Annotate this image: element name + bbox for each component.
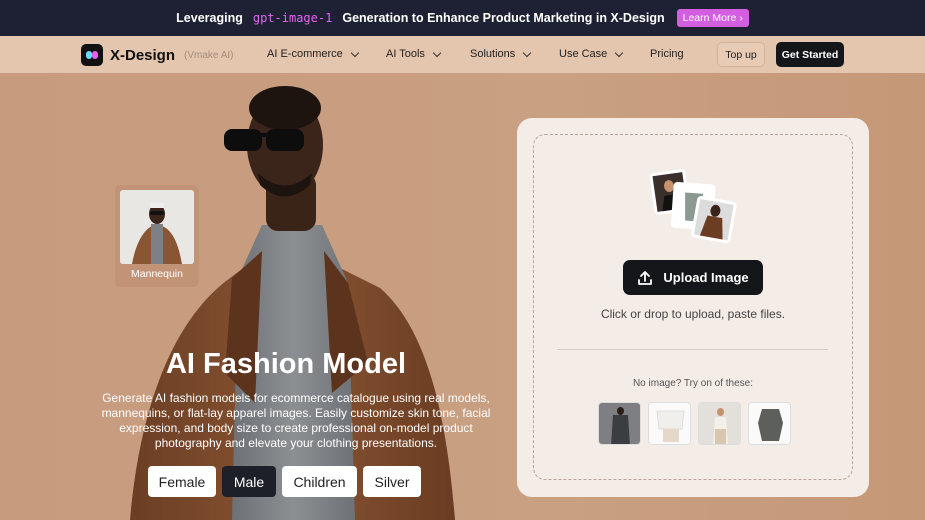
nav-item-label: Pricing [650, 48, 684, 60]
learn-more-button[interactable]: Learn More › [676, 9, 749, 27]
mannequin-card[interactable]: Mannequin [115, 185, 199, 287]
chevron-down-icon [350, 48, 360, 57]
nav-item-solutions[interactable]: Solutions [470, 48, 532, 60]
chevron-down-icon [615, 48, 624, 57]
announcement-bar: Leveraging gpt-image-1 Generation to Enh… [0, 0, 925, 36]
sample-image-dress[interactable] [748, 402, 791, 445]
upload-icon [638, 270, 653, 285]
nav-item-label: Solutions [470, 48, 516, 60]
get-started-button[interactable]: Get Started [776, 42, 844, 67]
try-samples-label: No image? Try on of these: [632, 378, 754, 389]
announcement-prefix: Leveraging [176, 11, 243, 25]
upload-image-button[interactable]: Upload Image [623, 260, 763, 295]
upload-panel: Upload Image Click or drop to upload, pa… [517, 118, 869, 497]
mannequin-thumbnail [120, 190, 194, 264]
nav-item-pricing[interactable]: Pricing [650, 48, 684, 60]
learn-more-label: Learn More [682, 12, 737, 24]
top-up-button[interactable]: Top up [717, 42, 765, 67]
sample-image-model[interactable] [698, 402, 741, 445]
announcement-highlight: gpt-image-1 [252, 11, 333, 25]
chevron-down-icon [523, 48, 532, 57]
logo[interactable]: X-Design (Vmake AI) [81, 44, 233, 66]
divider [557, 349, 828, 350]
gender-selector: Female Male Children Silver [148, 466, 421, 497]
page-title: AI Fashion Model [165, 348, 407, 380]
mannequin-label: Mannequin [131, 268, 183, 280]
upload-hint: Click or drop to upload, paste files. [600, 307, 786, 321]
sample-image-flatlay[interactable] [648, 402, 691, 445]
sample-image-suit[interactable] [598, 402, 641, 445]
logo-mark-icon [81, 44, 103, 66]
gender-silver-button[interactable]: Silver [363, 466, 421, 497]
top-nav: X-Design (Vmake AI) AI E-commerce AI Too… [0, 36, 925, 73]
chevron-right-icon: › [739, 12, 743, 24]
gender-female-button[interactable]: Female [148, 466, 216, 497]
logo-text: X-Design [110, 46, 176, 64]
gender-male-button[interactable]: Male [222, 466, 276, 497]
sample-images-icon [650, 169, 737, 244]
nav-item-ai-ecommerce[interactable]: AI E-commerce [267, 48, 360, 60]
nav-item-label: AI E-commerce [267, 48, 343, 60]
announcement-suffix: Generation to Enhance Product Marketing … [342, 11, 665, 25]
nav-item-use-case[interactable]: Use Case [559, 48, 624, 60]
nav-item-ai-tools[interactable]: AI Tools [386, 48, 442, 60]
hero-section: Mannequin AI Fashion Model Generate AI f… [0, 73, 925, 520]
chevron-down-icon [432, 48, 442, 57]
nav-item-label: Use Case [559, 48, 608, 60]
nav-item-label: AI Tools [386, 48, 425, 60]
gender-children-button[interactable]: Children [282, 466, 357, 497]
upload-image-label: Upload Image [663, 270, 749, 285]
sample-images [598, 402, 791, 445]
hero-description: Generate AI fashion models for ecommerce… [101, 391, 491, 450]
logo-subtitle: (Vmake AI) [184, 49, 234, 61]
